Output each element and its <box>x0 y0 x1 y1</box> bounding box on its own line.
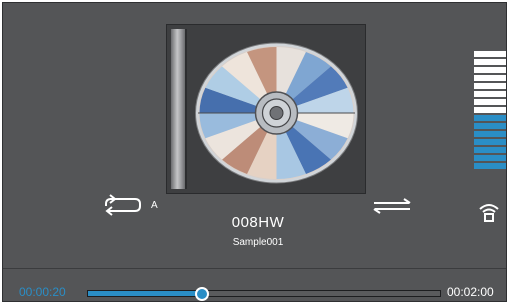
seek-fill <box>88 291 201 296</box>
track-title: 008HW <box>231 214 285 231</box>
volume-bars <box>474 51 506 169</box>
volume-segment-active <box>474 147 506 153</box>
album-cover <box>166 24 366 194</box>
speaker-button[interactable] <box>477 201 501 223</box>
disc-image <box>194 42 359 184</box>
volume-segment <box>474 99 506 105</box>
total-time: 00:02:00 <box>447 285 494 299</box>
volume-segment-active <box>474 115 506 121</box>
repeat-mode-label: A <box>151 200 158 211</box>
track-artist: Sample001 <box>232 237 284 248</box>
volume-segment-active <box>474 139 506 145</box>
volume-segment-active <box>474 163 506 169</box>
volume-segment <box>474 67 506 73</box>
volume-segment-active <box>474 155 506 161</box>
repeat-icon <box>105 194 141 216</box>
shuffle-icon <box>373 198 411 214</box>
volume-segment <box>474 91 506 97</box>
volume-segment-active <box>474 123 506 129</box>
volume-segment <box>474 83 506 89</box>
media-player: A 008HW Sample001 00:00:20 00:02:00 <box>2 2 507 302</box>
volume-segment <box>474 107 506 113</box>
volume-segment-active <box>474 131 506 137</box>
volume-segment <box>474 51 506 57</box>
seek-thumb[interactable] <box>194 287 209 301</box>
cd-case-spine <box>171 29 187 189</box>
volume-segment <box>474 75 506 81</box>
disc-icon <box>195 42 358 184</box>
volume-meter[interactable] <box>473 51 507 201</box>
elapsed-time: 00:00:20 <box>19 285 66 299</box>
volume-segment <box>474 59 506 65</box>
seek-bar[interactable] <box>87 286 441 301</box>
speaker-icon <box>479 204 499 222</box>
shuffle-button[interactable] <box>371 197 413 215</box>
repeat-button[interactable]: A <box>100 193 164 217</box>
